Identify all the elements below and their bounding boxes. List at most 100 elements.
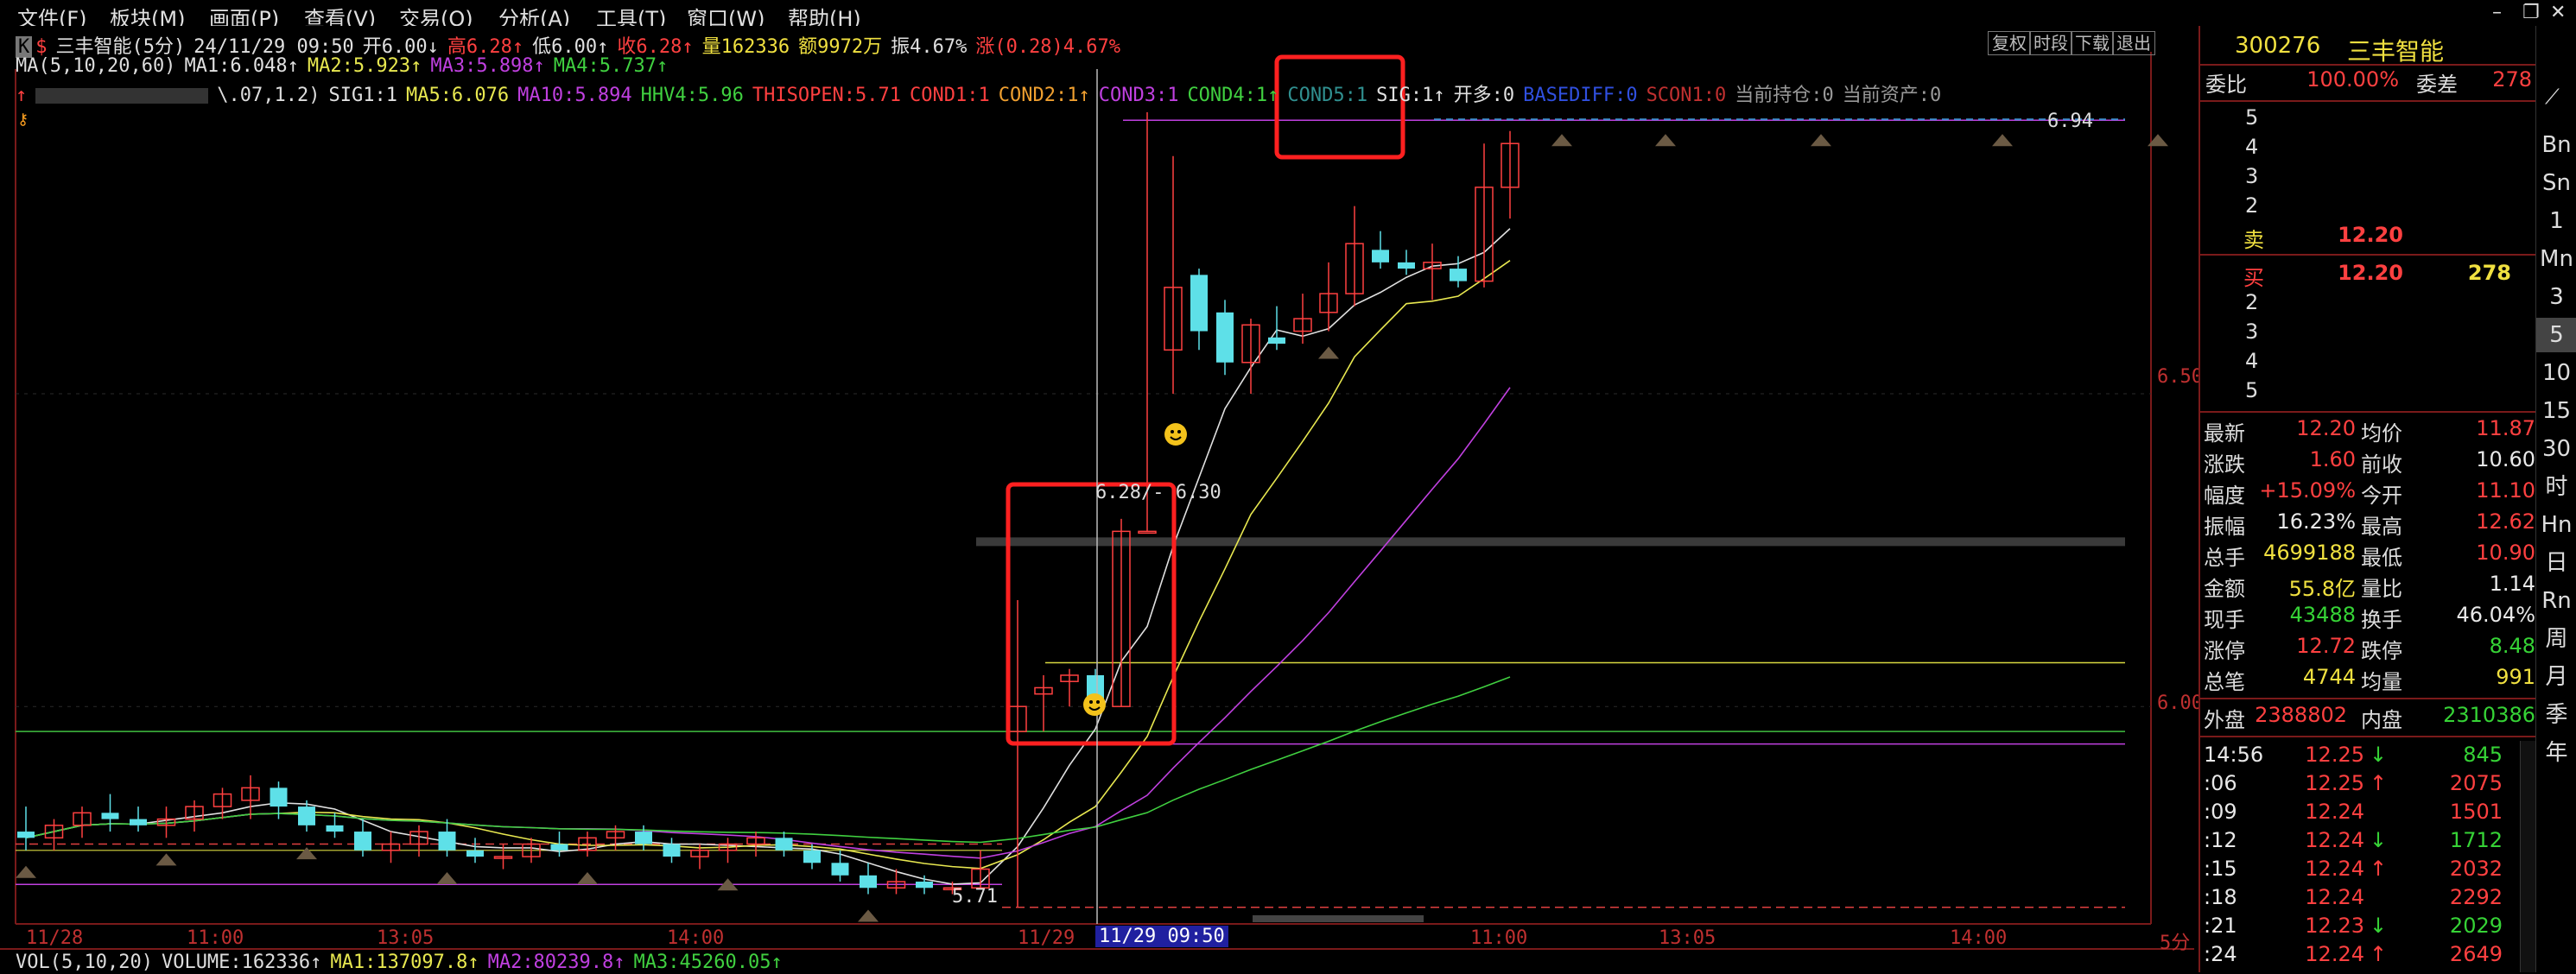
tick-time: 14:56 <box>2204 743 2264 767</box>
quote-value: 46.04% <box>2456 603 2535 627</box>
thisopen-value: THISOPEN:5.71 <box>752 85 902 106</box>
period-季[interactable]: 季 <box>2536 698 2576 732</box>
sig1-value: SIG1:1 <box>328 85 397 106</box>
quote-row: 振幅 16.23% 最高 12.62 <box>2200 509 2537 539</box>
max-price-label: 6.94 <box>2047 111 2093 132</box>
tick-price: 12.24 <box>2305 885 2364 909</box>
x-label-1129: 11/29 <box>1018 927 1075 949</box>
quote-value: 12.62 <box>2476 509 2535 534</box>
ma-prefix[interactable]: MA(5,10,20,60) <box>16 55 175 77</box>
candle-body <box>466 850 484 857</box>
tick-volume: 845 <box>2463 743 2503 767</box>
restore-button[interactable]: ❐ <box>2522 2 2540 23</box>
candle-body <box>1450 269 1467 281</box>
basediff-value: BASEDIFF:0 <box>1523 85 1638 106</box>
vol-ma2: MA2:80239.8↑ <box>487 952 625 973</box>
candle-body <box>438 832 456 851</box>
minimize-button[interactable]: – <box>2492 2 2502 23</box>
quote-row: 幅度 +15.09% 今开 11.10 <box>2200 478 2537 508</box>
period-Sn[interactable]: Sn <box>2536 166 2576 200</box>
period-周[interactable]: 周 <box>2536 622 2576 656</box>
period-年[interactable]: 年 <box>2536 736 2576 770</box>
x-label-1305b: 13:05 <box>1659 927 1716 949</box>
quote-label: 最高 <box>2361 515 2402 539</box>
vol-prefix[interactable]: VOL(5,10,20) <box>16 952 153 973</box>
tab-download[interactable]: 下载 <box>2071 31 2114 55</box>
cond4-value: COND4:1↑ <box>1187 85 1279 106</box>
candle-body <box>663 844 681 857</box>
tick-volume: 1501 <box>2449 800 2503 824</box>
tick-price: 12.25 <box>2305 771 2364 795</box>
quote-panel: 300276 三丰智能 委比 100.00% 委差 278 5 4 3 2 卖 … <box>2198 26 2537 972</box>
period-1[interactable]: 1 <box>2536 204 2576 238</box>
quote-label: 最低 <box>2361 546 2402 570</box>
buy-1-price[interactable]: 12.20 <box>2295 261 2403 285</box>
header-change: 涨(0.28)4.67% <box>975 36 1121 58</box>
tick-price: 12.23 <box>2305 914 2364 938</box>
period-日[interactable]: 日 <box>2536 546 2576 580</box>
candle-body <box>803 850 821 863</box>
period-15[interactable]: 15 <box>2536 394 2576 428</box>
quote-header: K $ 三丰智能(5分) 24/11/29 09:50 开6.00↓ 高6.28↑ 低6.0… <box>16 31 1129 58</box>
close-button[interactable]: ✕ <box>2550 2 2566 23</box>
x-label-1100a: 11:00 <box>187 927 244 949</box>
period-30[interactable]: 30 <box>2536 432 2576 466</box>
period-月[interactable]: 月 <box>2536 660 2576 694</box>
quote-value: +15.09% <box>2259 478 2356 503</box>
kline-chart-area[interactable]: 6.50 6.00 6.94 5.71 6.28/- 6.30 K $ 三丰智能(5… <box>0 26 2203 973</box>
candle-body <box>354 832 371 851</box>
period-10[interactable]: 10 <box>2536 356 2576 390</box>
tab-shiduan[interactable]: 时段 <box>2029 31 2072 55</box>
x-label-1305a: 13:05 <box>377 927 435 949</box>
quote-value: 1.14 <box>2489 572 2535 596</box>
tick-row: :09 12.24 1501 <box>2200 800 2537 829</box>
quote-label: 幅度 <box>2204 484 2245 508</box>
quote-value: 10.90 <box>2476 541 2535 565</box>
tick-time: :06 <box>2204 771 2237 795</box>
candle-body <box>1216 312 1234 363</box>
draw-line-icon[interactable]: ⟋ <box>2545 85 2560 109</box>
tab-fuquan[interactable]: 复权 <box>1988 31 2031 55</box>
period-时[interactable]: 时 <box>2536 470 2576 504</box>
cond1-value: COND1:1 <box>910 85 990 106</box>
smiley-marker-2 <box>1083 693 1106 716</box>
candle-body <box>1268 337 1285 345</box>
cond2-value: COND2:1↑ <box>998 85 1090 106</box>
candle-body <box>101 813 119 819</box>
header-amplitude: 振4.67% <box>891 36 968 58</box>
weibi-row: 委比 100.00% 委差 278 <box>2200 67 2537 97</box>
period-Bn[interactable]: Bn <box>2536 128 2576 162</box>
tick-scrollbar[interactable] <box>2520 741 2536 972</box>
quote-row: 金额 55.8亿 量比 1.14 <box>2200 572 2537 601</box>
period-3[interactable]: 3 <box>2536 280 2576 314</box>
sell-1-price[interactable]: 12.20 <box>2295 223 2403 247</box>
header-amount: 额9972万 <box>798 36 883 58</box>
quote-row: 涨跌 1.60 前收 10.60 <box>2200 447 2537 477</box>
quote-label: 现手 <box>2204 608 2245 632</box>
period-Rn[interactable]: Rn <box>2536 584 2576 618</box>
period-Hn[interactable]: Hn <box>2536 508 2576 542</box>
scon1-value: SCON1:0 <box>1646 85 1727 106</box>
indicator-arrow-icon[interactable]: ↑ <box>16 85 27 106</box>
tick-row: :15 12.24 ↑ 2032 <box>2200 857 2537 886</box>
buy-level-5: 5 <box>2245 378 2259 402</box>
candle-body <box>831 863 849 876</box>
quote-row: 涨停 12.72 跌停 8.48 <box>2200 634 2537 663</box>
key-icon[interactable]: ⚷ <box>17 111 29 129</box>
quote-row: 总笔 4744 均量 991 <box>2200 665 2537 694</box>
vol-ma1: MA1:137097.8↑ <box>330 952 479 973</box>
candle-body <box>17 832 35 838</box>
buy-1-volume: 278 <box>2467 261 2511 285</box>
ma-legend: MA(5,10,20,60) MA1:6.048↑ MA2:5.923↑ MA3:5.… <box>16 55 676 78</box>
tick-price: 12.24 <box>2305 828 2364 852</box>
quote-value: 991 <box>2496 665 2535 689</box>
tick-time: :15 <box>2204 857 2237 881</box>
horizontal-scrollbar[interactable] <box>1253 915 1424 922</box>
ma10-value: MA10:5.894 <box>517 85 632 106</box>
tick-row: :12 12.24 ↓ 1712 <box>2200 828 2537 857</box>
period-Mn[interactable]: Mn <box>2536 242 2576 276</box>
tick-volume: 2029 <box>2449 914 2503 938</box>
inner-value: 2310386 <box>2443 703 2535 727</box>
tab-exit[interactable]: 退出 <box>2112 31 2155 55</box>
period-5[interactable]: 5 <box>2536 318 2576 352</box>
